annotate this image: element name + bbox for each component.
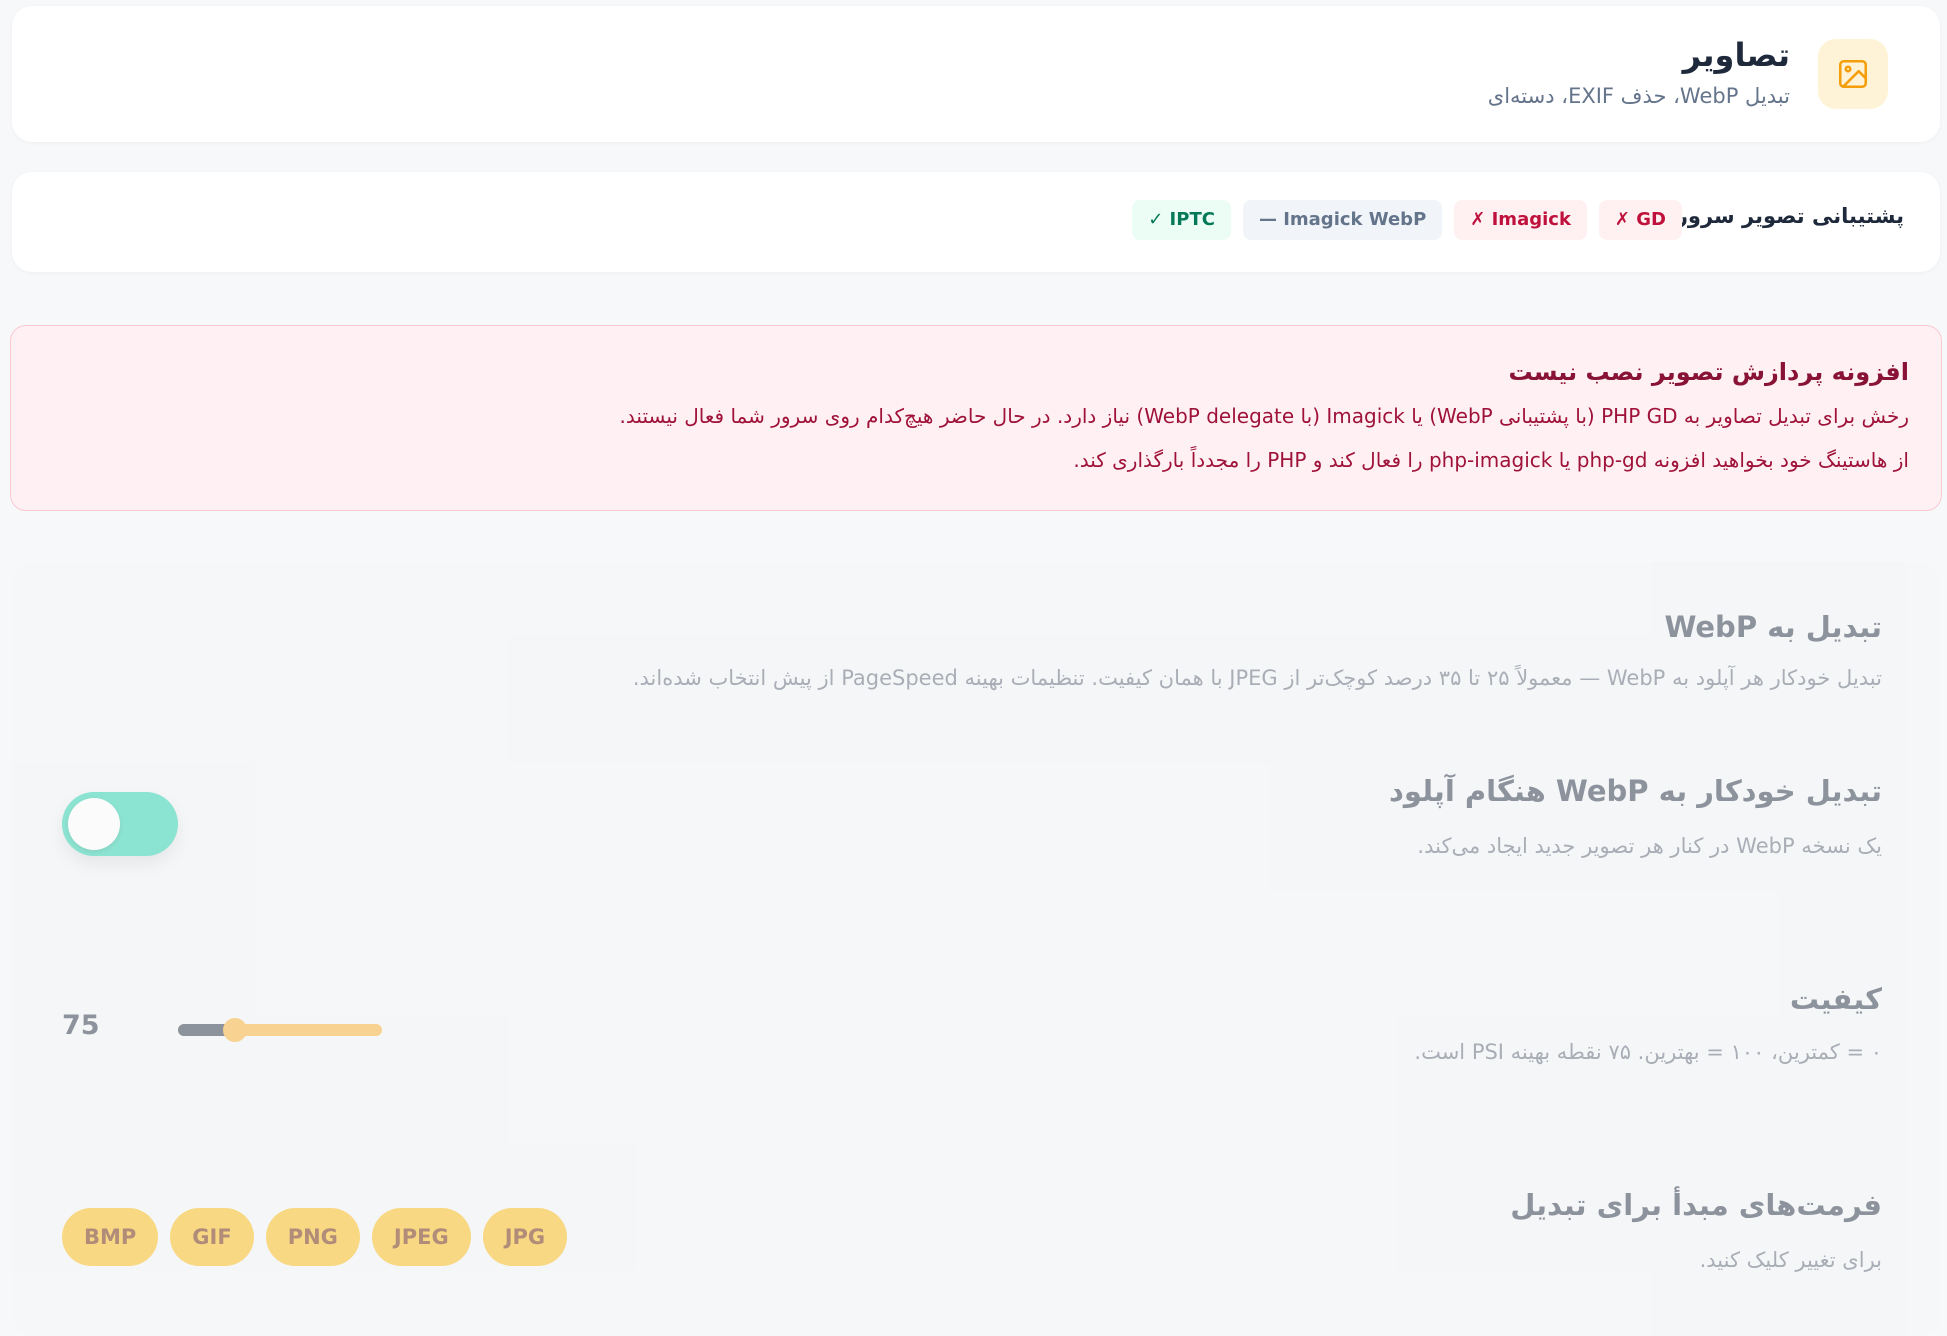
gd-badge: ✗ GD [1598,200,1682,240]
header-card: تصاویر تبدیل WebP، حذف EXIF، دسته‌ای [12,6,1940,142]
server-support-label: پشتیبانی تصویر سرور: [1667,204,1904,228]
auto-convert-title: تبدیل خودکار به WebP هنگام آپلود [1389,774,1882,808]
auto-convert-toggle[interactable] [62,792,178,856]
format-chip-jpeg[interactable]: JPEG [371,1208,471,1266]
quality-desc: ۰ = کمترین، ۱۰۰ = بهترین. ۷۵ نقطه بهینه … [1414,1040,1882,1064]
formats-title: فرمت‌های مبدأ برای تبدیل [1510,1188,1882,1222]
formats-desc: برای تغییر کلیک کنید. [1699,1248,1882,1272]
format-chip-gif[interactable]: GIF [170,1208,254,1266]
page-subtitle: تبدیل WebP، حذف EXIF، دسته‌ای [1487,84,1790,108]
format-chip-bmp[interactable]: BMP [62,1208,159,1266]
alert-message: رخش برای تبدیل تصاویر به PHP GD (با پشتی… [619,404,1909,428]
alert-instructions: از هاستینگ خود بخواهید افزونه php-gd یا … [1073,448,1909,472]
missing-extension-alert: افزونه پردازش تصویر نصب نیست رخش برای تب… [10,325,1942,511]
images-settings-page: تصاویر تبدیل WebP، حذف EXIF، دسته‌ای پشت… [0,0,1947,1336]
webp-section-title: تبدیل به WebP [1664,610,1882,644]
server-support-card: پشتیبانی تصویر سرور: ✗ GD ✗ Imagick — Im… [12,172,1940,272]
auto-convert-desc: یک نسخه WebP در کنار هر تصویر جدید ایجاد… [1417,834,1882,858]
support-badges: ✗ GD ✗ Imagick — Imagick WebP ✓ IPTC [1132,200,1682,240]
quality-title: کیفیت [1789,982,1882,1016]
format-chips: BMP GIF PNG JPEG JPG [62,1208,568,1266]
webp-section-desc: تبدیل خودکار هر آپلود به WebP — معمولاً … [632,666,1882,690]
alert-title: افزونه پردازش تصویر نصب نیست [1508,358,1909,386]
format-chip-jpg[interactable]: JPG [482,1208,568,1266]
image-icon [1818,39,1888,109]
quality-value: 75 [62,1010,100,1041]
iptc-badge: ✓ IPTC [1132,200,1231,240]
quality-slider[interactable] [178,1018,382,1042]
imagick-webp-badge: — Imagick WebP [1242,200,1443,240]
slider-thumb[interactable] [223,1018,248,1042]
page-title: تصاویر [1682,36,1790,74]
webp-settings-panel: تبدیل به WebP تبدیل خودکار هر آپلود به W… [12,562,1940,1336]
toggle-knob [68,798,120,850]
imagick-badge: ✗ Imagick [1454,200,1587,240]
format-chip-png[interactable]: PNG [265,1208,360,1266]
